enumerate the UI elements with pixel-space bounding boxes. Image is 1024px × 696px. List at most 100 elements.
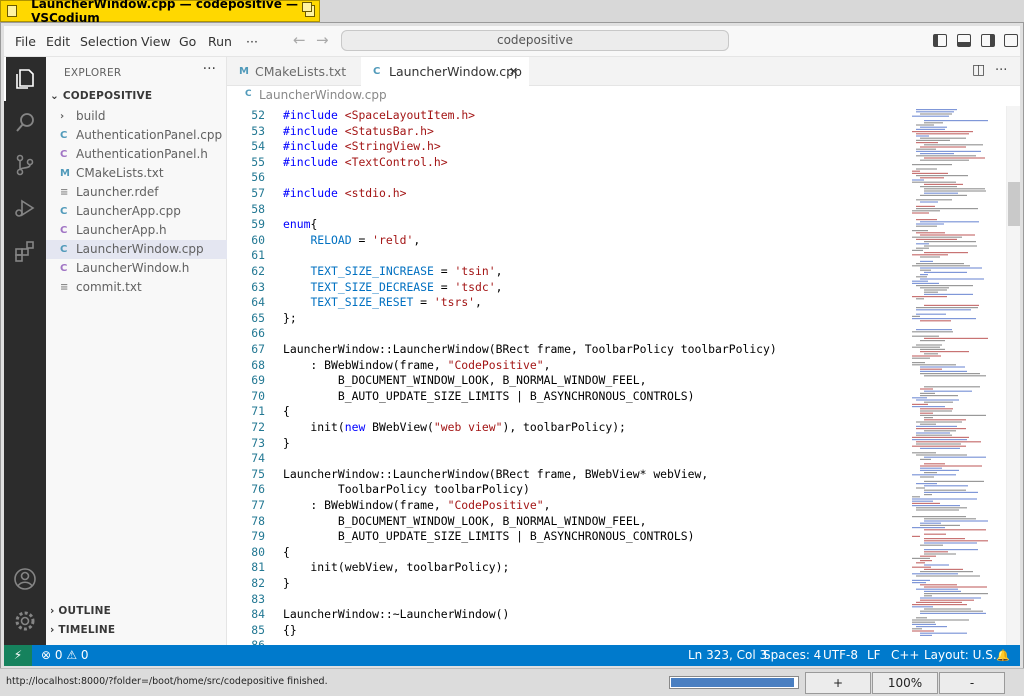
file-type-icon: M <box>60 168 70 179</box>
project-folder[interactable]: ⌄ CODEPOSITIVE <box>50 90 152 102</box>
accounts-icon[interactable] <box>13 567 37 591</box>
code-line: { <box>283 544 290 559</box>
file-name: commit.txt <box>76 280 142 294</box>
code-line: #include <SpaceLayoutItem.h> <box>283 108 476 122</box>
explorer-icon[interactable] <box>13 67 37 91</box>
forward-arrow-icon[interactable]: → <box>316 31 329 49</box>
line-number: 53 <box>251 123 265 138</box>
file-name: Launcher.rdef <box>76 185 159 199</box>
explorer-more-button[interactable]: ··· <box>203 61 216 77</box>
file-item[interactable]: M CMakeLists.txt <box>46 164 227 183</box>
keyboard-layout[interactable]: Layout: U.S. <box>924 645 997 666</box>
code-line: TEXT_SIZE_RESET = 'tsrs', <box>310 295 482 310</box>
menu-view[interactable]: View <box>141 34 171 49</box>
file-item[interactable]: C LauncherApp.cpp <box>46 202 227 221</box>
remote-indicator[interactable]: ⚡ <box>4 645 32 666</box>
timeline-section[interactable]: › TIMELINE <box>50 624 115 636</box>
code-line: } <box>283 435 290 450</box>
line-number: 85 <box>251 622 265 637</box>
file-name: LauncherWindow.cpp <box>76 242 204 256</box>
line-number: 76 <box>251 482 265 497</box>
code-line: enum{ <box>283 217 318 232</box>
file-name: LauncherApp.h <box>76 223 167 237</box>
file-type-icon: C <box>60 263 68 274</box>
zoom-out-button[interactable]: - <box>939 672 1005 694</box>
vertical-scrollbar[interactable] <box>1006 106 1020 645</box>
status-bar: ⚡ ⊗ 0 ⚠ 0 Ln 323, Col 3 Spaces: 4 UTF-8 … <box>4 645 1020 666</box>
code-editor[interactable]: 52 #include <SpaceLayoutItem.h> 53 #include… <box>227 106 910 645</box>
window-title-tab[interactable]: LauncherWindow.cpp — codepositive — VSCo… <box>0 0 320 25</box>
search-icon[interactable] <box>13 110 37 134</box>
split-editor-icon[interactable]: ◫ <box>972 62 985 78</box>
zoom-box[interactable] <box>301 2 316 17</box>
editor-more-button[interactable]: ··· <box>995 63 1007 78</box>
run-debug-icon[interactable] <box>13 196 37 220</box>
extensions-icon[interactable] <box>13 239 37 263</box>
file-item[interactable]: C AuthenticationPanel.h <box>46 145 227 164</box>
scrollbar-thumb[interactable] <box>1008 182 1020 226</box>
outline-label: OUTLINE <box>58 605 111 617</box>
file-item[interactable]: C LauncherWindow.cpp <box>46 240 227 259</box>
menu-more[interactable]: ··· <box>246 34 258 49</box>
breadcrumb-file[interactable]: LauncherWindow.cpp <box>259 88 387 102</box>
menu-run[interactable]: Run <box>208 34 232 49</box>
command-center[interactable]: codepositive <box>341 30 729 51</box>
line-number: 61 <box>251 248 265 263</box>
toggle-panel-icon[interactable] <box>957 34 971 47</box>
explorer-header: EXPLORER <box>64 67 122 79</box>
line-number: 66 <box>251 326 265 341</box>
line-number: 79 <box>251 529 265 544</box>
encoding[interactable]: UTF-8 <box>823 645 858 666</box>
load-progress <box>669 676 799 689</box>
file-name: build <box>76 109 106 123</box>
line-number: 80 <box>251 544 265 559</box>
outline-section[interactable]: › OUTLINE <box>50 605 111 617</box>
active-indicator <box>4 57 6 101</box>
file-item[interactable]: › build <box>46 107 227 126</box>
end-of-line[interactable]: LF <box>867 645 881 666</box>
vscodium-window: File Edit Selection View Go Run ··· ← → … <box>4 26 1020 666</box>
customize-layout-icon[interactable] <box>1004 34 1018 47</box>
problems-indicator[interactable]: ⊗ 0 ⚠ 0 <box>41 645 89 666</box>
file-item[interactable]: C LauncherApp.h <box>46 221 227 240</box>
back-arrow-icon[interactable]: ← <box>293 31 306 49</box>
line-number: 52 <box>251 108 265 122</box>
settings-gear-icon[interactable] <box>13 609 37 633</box>
language-mode[interactable]: C++ <box>891 645 920 666</box>
menu-file[interactable]: File <box>15 34 36 49</box>
chevron-right-icon: › <box>60 111 65 122</box>
cpp-file-icon: C <box>373 66 381 77</box>
tab-launcherwindow-cpp[interactable]: C LauncherWindow.cpp ✕ <box>361 57 529 86</box>
zoom-in-button[interactable]: + <box>805 672 871 694</box>
explorer-sidebar: EXPLORER ··· ⌄ CODEPOSITIVE › build C Authe… <box>46 57 227 645</box>
minimap[interactable] <box>910 106 1006 645</box>
line-number: 64 <box>251 295 265 310</box>
file-item[interactable]: C AuthenticationPanel.cpp <box>46 126 227 145</box>
line-number: 57 <box>251 186 265 200</box>
code-line: }; <box>283 310 297 325</box>
activity-bar <box>4 57 46 645</box>
line-number: 71 <box>251 404 265 419</box>
toggle-sidebar-icon[interactable] <box>933 34 947 47</box>
file-type-icon: ≡ <box>60 282 69 293</box>
file-item[interactable]: C LauncherWindow.h <box>46 259 227 278</box>
indentation[interactable]: Spaces: 4 <box>763 645 821 666</box>
code-line: B_DOCUMENT_WINDOW_LOOK, B_NORMAL_WINDOW_… <box>283 513 647 528</box>
file-item[interactable]: ≡ commit.txt <box>46 278 227 297</box>
cursor-position[interactable]: Ln 323, Col 3 <box>688 645 767 666</box>
code-line: #include <StatusBar.h> <box>283 123 434 138</box>
zoom-level[interactable]: 100% <box>872 672 938 694</box>
notifications-bell-icon[interactable]: 🔔 <box>996 645 1010 666</box>
close-box[interactable] <box>7 5 18 17</box>
menu-selection[interactable]: Selection <box>80 34 138 49</box>
file-item[interactable]: ≡ Launcher.rdef <box>46 183 227 202</box>
line-number: 59 <box>251 217 265 232</box>
source-control-icon[interactable] <box>13 153 37 177</box>
menu-edit[interactable]: Edit <box>46 34 70 49</box>
toggle-secondary-sidebar-icon[interactable] <box>981 34 995 47</box>
close-tab-icon[interactable]: ✕ <box>509 57 518 86</box>
file-name: CMakeLists.txt <box>76 166 164 180</box>
tab-cmakelists[interactable]: M CMakeLists.txt <box>227 57 361 86</box>
cpp-file-icon: C <box>245 89 252 99</box>
menu-go[interactable]: Go <box>179 34 196 49</box>
